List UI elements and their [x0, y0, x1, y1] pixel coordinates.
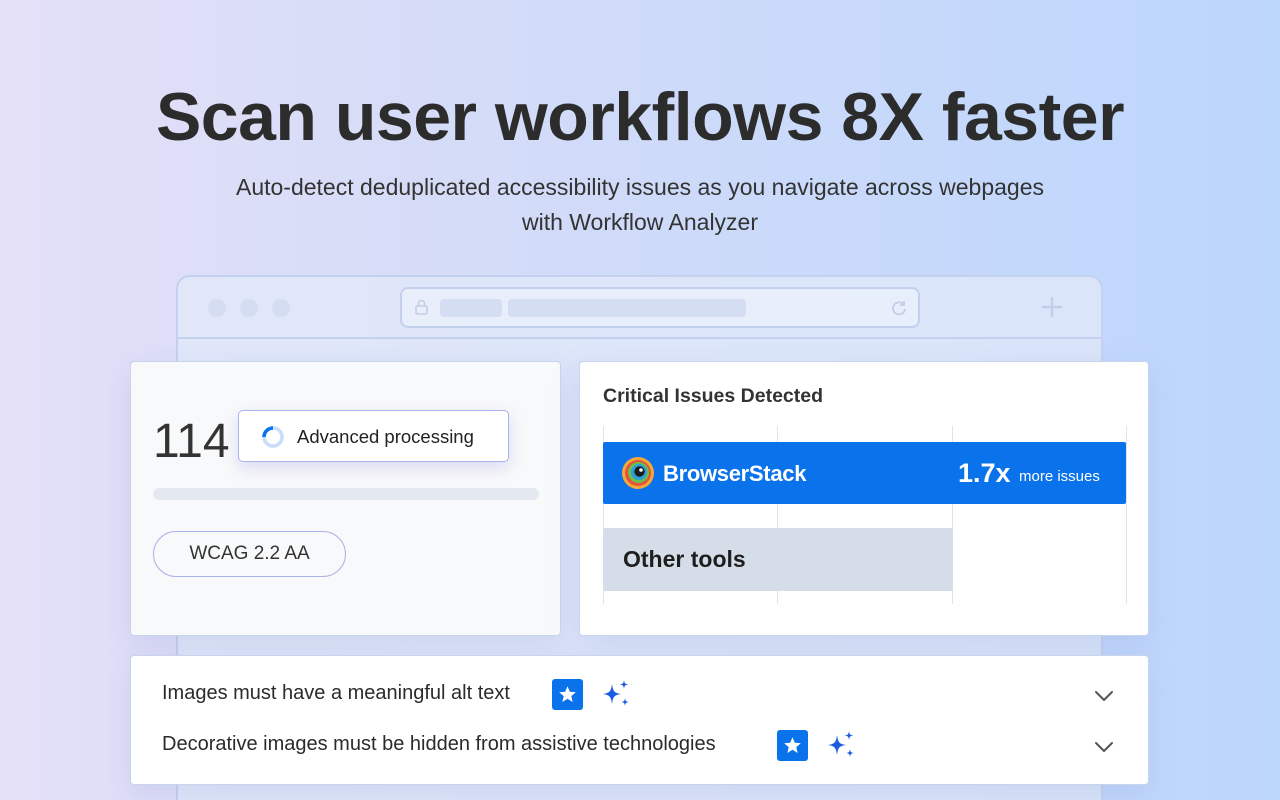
sparkle-icon	[828, 731, 854, 757]
issue-text: Images must have a meaningful alt text	[162, 682, 510, 704]
issue-count: 114	[153, 415, 230, 468]
wcag-badge: WCAG 2.2 AA	[153, 531, 346, 577]
hero-subtitle-line2: with Workflow Analyzer	[521, 209, 759, 235]
plus-icon	[1041, 296, 1063, 318]
star-icon	[777, 730, 808, 761]
issue-text: Decorative images must be hidden from as…	[162, 733, 716, 755]
browserstack-logo-icon	[622, 457, 654, 489]
issues-list-card: Images must have a meaningful alt text D…	[130, 655, 1149, 785]
other-tools-bar: Other tools	[603, 528, 953, 591]
hero-subtitle-line1: Auto-detect deduplicated accessibility i…	[235, 174, 1045, 200]
issue-row[interactable]: Decorative images must be hidden from as…	[162, 727, 1122, 767]
processing-label: Advanced processing	[297, 426, 474, 447]
window-dot	[240, 299, 258, 317]
window-dot	[208, 299, 226, 317]
scan-status-card: 114 Advanced processing WCAG 2.2 AA	[130, 361, 561, 636]
other-tools-label: Other tools	[623, 546, 746, 572]
lock-icon	[415, 299, 428, 315]
chevron-down-icon[interactable]	[1092, 684, 1116, 708]
critical-issues-card: Critical Issues Detected BrowserStack 1.…	[579, 361, 1149, 636]
issue-row[interactable]: Images must have a meaningful alt text	[162, 676, 1122, 716]
url-placeholder	[440, 299, 502, 317]
star-icon	[552, 679, 583, 710]
url-placeholder	[508, 299, 746, 317]
hero-subtitle: Auto-detect deduplicated accessibility i…	[180, 170, 1100, 240]
window-dot	[272, 299, 290, 317]
processing-status: Advanced processing	[238, 410, 509, 462]
critical-issues-title: Critical Issues Detected	[603, 385, 824, 407]
spinner-icon	[262, 426, 284, 448]
sparkle-icon	[603, 680, 629, 706]
browserstack-label: BrowserStack	[663, 461, 807, 486]
browserstack-suffix: more issues	[1019, 468, 1100, 485]
progress-track	[153, 488, 539, 500]
chevron-down-icon[interactable]	[1092, 735, 1116, 759]
browserstack-multiplier: 1.7x	[958, 458, 1011, 488]
browserstack-bar: BrowserStack 1.7x more issues	[603, 442, 1126, 504]
browser-toolbar	[178, 277, 1101, 339]
gridline	[1126, 426, 1127, 604]
address-bar	[400, 287, 920, 328]
hero-title: Scan user workflows 8X faster	[155, 79, 1125, 155]
reload-icon	[892, 301, 906, 316]
